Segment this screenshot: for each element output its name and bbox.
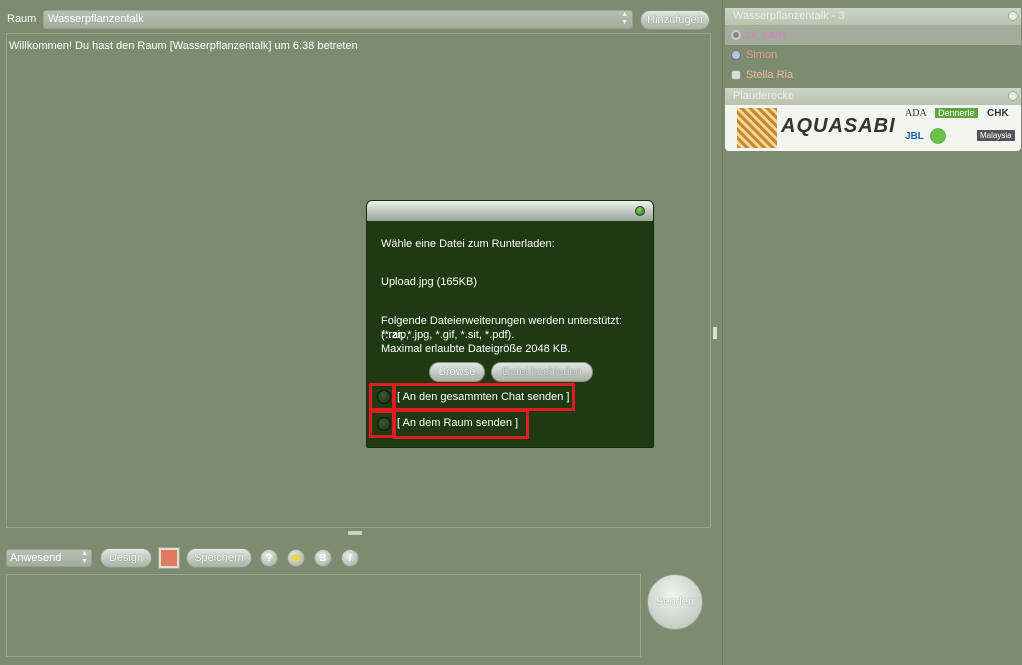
sidebar-resize-handle[interactable] xyxy=(713,327,717,339)
jbl-logo: JBL xyxy=(905,131,924,142)
option-chat-label[interactable]: [ An den gesammten Chat senden ] xyxy=(397,390,569,404)
status-select[interactable]: Anwesend ▲ ▼ xyxy=(6,549,92,567)
upload-dialog: Wähle eine Datei zum Runterladen: Upload… xyxy=(366,200,654,448)
bold-button[interactable]: B xyxy=(314,549,332,567)
chk-logo: CHK xyxy=(987,108,1009,119)
swirl-logo-icon xyxy=(930,128,946,144)
add-room-button[interactable]: Hinzufügen xyxy=(640,10,710,30)
dialog-prompt: Wähle eine Datei zum Runterladen: xyxy=(381,238,555,250)
collapse-icon[interactable] xyxy=(1008,11,1018,21)
ads-header[interactable]: Plauderecke xyxy=(725,88,1021,105)
color-swatch-fill xyxy=(161,550,177,566)
room-select-value: Wasserpflanzentalk xyxy=(48,13,144,25)
sidebar-border xyxy=(723,0,1022,6)
user-name: Simon xyxy=(746,49,778,61)
aquasabi-logo-text: AQUASABI xyxy=(781,115,896,137)
user-name: Lil_Lady xyxy=(746,29,787,41)
user-status-icon xyxy=(731,50,741,60)
send-button[interactable]: Senden xyxy=(647,574,703,630)
save-button[interactable]: Speichern xyxy=(186,548,252,568)
user-item[interactable]: Simon xyxy=(725,45,1021,65)
design-button[interactable]: Design xyxy=(100,548,152,568)
chevron-updown-icon: ▲ ▼ xyxy=(621,11,628,26)
users-header-title: Wasserpflanzentalk - 3 xyxy=(733,10,845,22)
user-list: Lil_Lady Simon Stella Ria xyxy=(725,25,1021,85)
user-item[interactable]: Lil_Lady xyxy=(725,25,1021,45)
aquasabi-logo xyxy=(737,108,777,148)
message-input[interactable] xyxy=(6,574,641,657)
status-select-value: Anwesend xyxy=(10,552,62,564)
send-button-label: Senden xyxy=(656,596,694,608)
dennerle-logo: Dennerle xyxy=(935,108,978,118)
chevron-updown-icon: ▲ ▼ xyxy=(81,550,88,565)
option-chat-checkbox[interactable] xyxy=(377,390,391,404)
browse-button[interactable]: Browse xyxy=(429,362,485,382)
malaysia-logo: Malaysia xyxy=(977,130,1015,141)
collapse-icon[interactable] xyxy=(1008,91,1018,101)
close-icon[interactable] xyxy=(635,206,645,216)
ads-header-title: Plauderecke xyxy=(733,90,795,102)
dialog-extensions-line2: *.rar, *.jpg, *.gif, *.sit, *.pdf). xyxy=(381,329,515,341)
option-room-checkbox[interactable] xyxy=(377,417,391,431)
welcome-message: Willkommen! Du hast den Raum [Wasserpfla… xyxy=(9,40,358,52)
sponsor-banner[interactable]: AQUASABI ADA Dennerle CHK JBL Malaysia xyxy=(725,105,1021,151)
user-name: Stella Ria xyxy=(746,69,794,81)
user-status-icon xyxy=(731,30,741,40)
dialog-titlebar[interactable] xyxy=(367,201,653,221)
user-item[interactable]: Stella Ria xyxy=(725,65,1021,85)
room-label: Raum xyxy=(7,13,37,25)
option-room-label[interactable]: [ An dem Raum senden ] xyxy=(397,416,518,430)
users-header[interactable]: Wasserpflanzentalk - 3 xyxy=(725,8,1021,25)
help-button[interactable]: ? xyxy=(260,549,278,567)
user-status-icon xyxy=(731,70,741,80)
room-select[interactable]: Wasserpflanzentalk ▲ ▼ xyxy=(43,10,633,29)
sidebar: Wasserpflanzentalk - 3 Lil_Lady Simon St… xyxy=(722,0,1022,665)
splitter-handle[interactable] xyxy=(348,531,362,535)
color-swatch[interactable] xyxy=(158,547,180,569)
dialog-file: Upload.jpg (165KB) xyxy=(381,276,478,288)
smiley-icon[interactable] xyxy=(287,549,305,567)
ada-logo: ADA xyxy=(905,108,927,119)
upload-button[interactable]: Datei hochladen xyxy=(491,362,593,382)
dialog-max-size: Maximal erlaubte Dateigröße 2048 KB. xyxy=(381,343,571,355)
italic-button[interactable]: I xyxy=(341,549,359,567)
